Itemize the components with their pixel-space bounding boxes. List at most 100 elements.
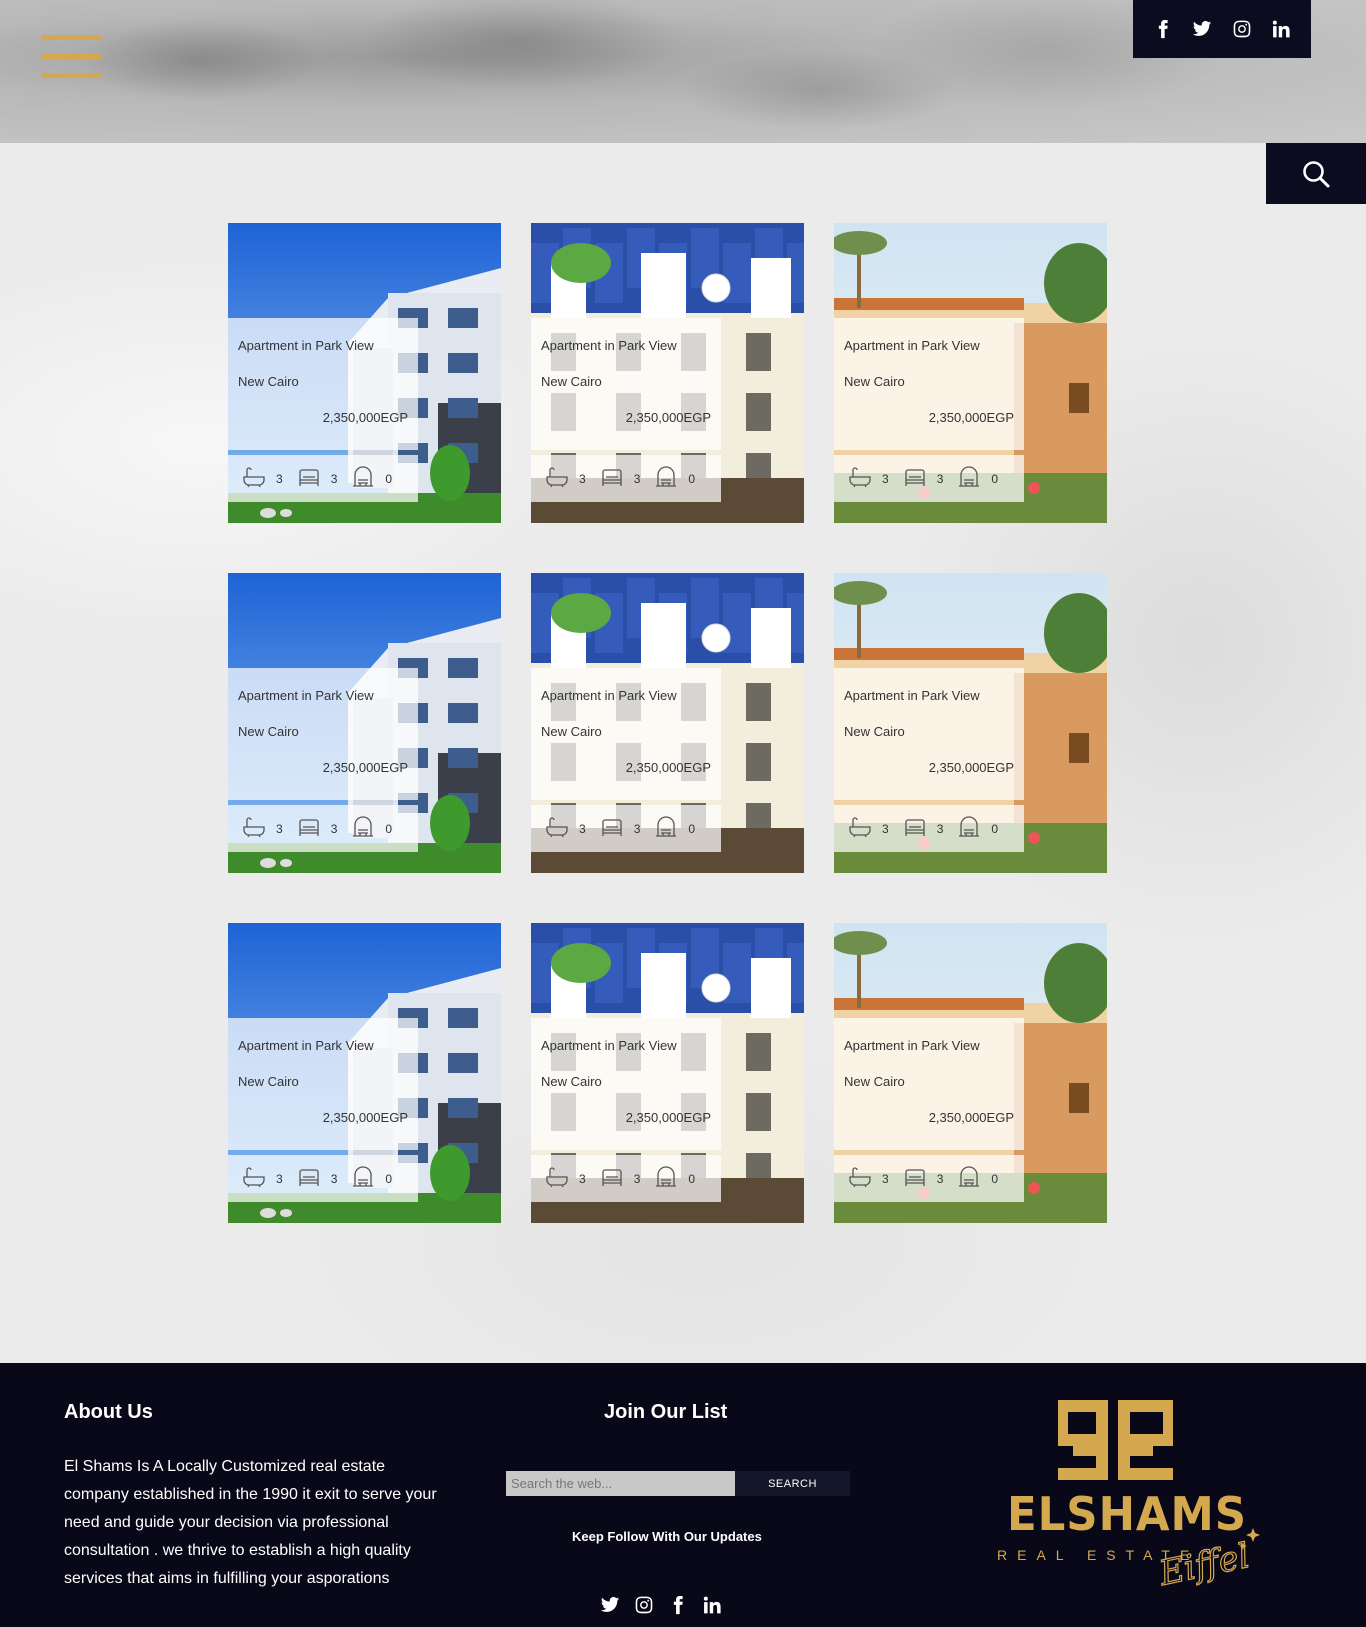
listing-price: 2,350,000EGP (322, 760, 408, 775)
bathtub-icon (848, 816, 872, 841)
bathtub-icon (848, 1166, 872, 1191)
listing-title[interactable]: Apartment in Park View (541, 1038, 711, 1053)
listing-price: 2,350,000EGP (625, 760, 711, 775)
garage-icon (351, 1166, 375, 1191)
about-text: El Shams Is A Locally Customized real es… (64, 1458, 437, 1587)
bed-count: 3 (936, 821, 944, 836)
listing-price: 2,350,000EGP (625, 410, 711, 425)
bathtub-icon (242, 816, 266, 841)
bed-count: 3 (330, 1171, 338, 1186)
hamburger-bar (41, 73, 102, 78)
listing-features: 3 3 0 (531, 805, 721, 852)
garage-count: 0 (991, 1171, 999, 1186)
footer-social-bar (598, 1593, 724, 1617)
listing-price: 2,350,000EGP (322, 1110, 408, 1125)
bath-count: 3 (276, 821, 283, 836)
search-icon (1303, 160, 1330, 187)
listing-card[interactable]: Apartment in Park View New Cairo 2,350,0… (531, 923, 804, 1223)
bed-count: 3 (330, 471, 338, 486)
listing-info: Apartment in Park View New Cairo 2,350,0… (834, 1018, 1024, 1150)
bed-count: 3 (936, 1171, 944, 1186)
listing-info: Apartment in Park View New Cairo 2,350,0… (228, 1018, 418, 1150)
bed-icon (600, 1166, 624, 1191)
listing-title[interactable]: Apartment in Park View (238, 688, 408, 703)
bath-count: 3 (882, 821, 889, 836)
garage-count: 0 (991, 821, 999, 836)
instagram-icon[interactable] (632, 1593, 656, 1617)
listing-card[interactable]: Apartment in Park View New Cairo 2,350,0… (531, 223, 804, 523)
listing-features: 3 3 0 (834, 455, 1024, 502)
garage-icon (654, 1166, 678, 1191)
bed-icon (297, 816, 321, 841)
bed-count: 3 (633, 471, 641, 486)
facebook-icon[interactable] (666, 1593, 690, 1617)
bed-count: 3 (330, 821, 338, 836)
listing-info: Apartment in Park View New Cairo 2,350,0… (834, 668, 1024, 800)
garage-count: 0 (991, 471, 999, 486)
listing-location: New Cairo (541, 1074, 602, 1089)
header-banner (0, 0, 1366, 143)
listing-location: New Cairo (844, 374, 905, 389)
logo-brand: ELSHAMS (1007, 1487, 1247, 1541)
garage-count: 0 (385, 471, 393, 486)
listing-card[interactable]: Apartment in Park View New Cairo 2,350,0… (228, 223, 501, 523)
bed-count: 3 (936, 471, 944, 486)
listing-title[interactable]: Apartment in Park View (541, 338, 711, 353)
listing-price: 2,350,000EGP (928, 760, 1014, 775)
twitter-icon[interactable] (1190, 17, 1214, 41)
listing-features: 3 3 0 (228, 805, 418, 852)
listing-info: Apartment in Park View New Cairo 2,350,0… (228, 668, 418, 800)
bathtub-icon (545, 466, 569, 491)
logo-mark (1058, 1400, 1173, 1480)
twitter-icon[interactable] (598, 1593, 622, 1617)
instagram-icon[interactable] (1230, 17, 1254, 41)
listing-price: 2,350,000EGP (928, 1110, 1014, 1125)
listing-features: 3 3 0 (834, 1155, 1024, 1202)
bathtub-icon (242, 1166, 266, 1191)
garage-icon (957, 816, 981, 841)
search-toggle-button[interactable] (1266, 143, 1366, 204)
bed-count: 3 (633, 821, 641, 836)
listing-card[interactable]: Apartment in Park View New Cairo 2,350,0… (531, 573, 804, 873)
listing-info: Apartment in Park View New Cairo 2,350,0… (228, 318, 418, 450)
bathtub-icon (242, 466, 266, 491)
bed-icon (903, 816, 927, 841)
listing-title[interactable]: Apartment in Park View (541, 688, 711, 703)
listing-location: New Cairo (844, 724, 905, 739)
listing-card[interactable]: Apartment in Park View New Cairo 2,350,0… (834, 573, 1107, 873)
garage-icon (957, 466, 981, 491)
about-title: About Us (64, 1401, 153, 1423)
bed-icon (903, 1166, 927, 1191)
newsletter-search-input[interactable] (506, 1471, 735, 1496)
footer: About Us El Shams Is A Locally Customize… (0, 1363, 1366, 1627)
listing-title[interactable]: Apartment in Park View (238, 338, 408, 353)
menu-hamburger-button[interactable] (41, 35, 102, 81)
listing-title[interactable]: Apartment in Park View (844, 688, 1014, 703)
garage-icon (957, 1166, 981, 1191)
listing-info: Apartment in Park View New Cairo 2,350,0… (531, 318, 721, 450)
listing-card[interactable]: Apartment in Park View New Cairo 2,350,0… (834, 223, 1107, 523)
garage-icon (654, 466, 678, 491)
linkedin-icon[interactable] (1269, 17, 1293, 41)
facebook-icon[interactable] (1151, 17, 1175, 41)
garage-count: 0 (385, 821, 393, 836)
listing-title[interactable]: Apartment in Park View (238, 1038, 408, 1053)
garage-count: 0 (385, 1171, 393, 1186)
listing-location: New Cairo (238, 1074, 299, 1089)
listing-title[interactable]: Apartment in Park View (844, 1038, 1014, 1053)
bath-count: 3 (882, 1171, 889, 1186)
linkedin-icon[interactable] (700, 1593, 724, 1617)
listing-price: 2,350,000EGP (322, 410, 408, 425)
listing-card[interactable]: Apartment in Park View New Cairo 2,350,0… (834, 923, 1107, 1223)
garage-icon (351, 816, 375, 841)
listing-card[interactable]: Apartment in Park View New Cairo 2,350,0… (228, 573, 501, 873)
listing-location: New Cairo (238, 724, 299, 739)
listing-card[interactable]: Apartment in Park View New Cairo 2,350,0… (228, 923, 501, 1223)
garage-icon (351, 466, 375, 491)
bed-icon (903, 466, 927, 491)
listing-title[interactable]: Apartment in Park View (844, 338, 1014, 353)
listings-grid: Apartment in Park View New Cairo 2,350,0… (228, 223, 1107, 1223)
newsletter-search-button[interactable]: SEARCH (735, 1471, 850, 1496)
hamburger-bar (41, 54, 102, 59)
bath-count: 3 (882, 471, 889, 486)
